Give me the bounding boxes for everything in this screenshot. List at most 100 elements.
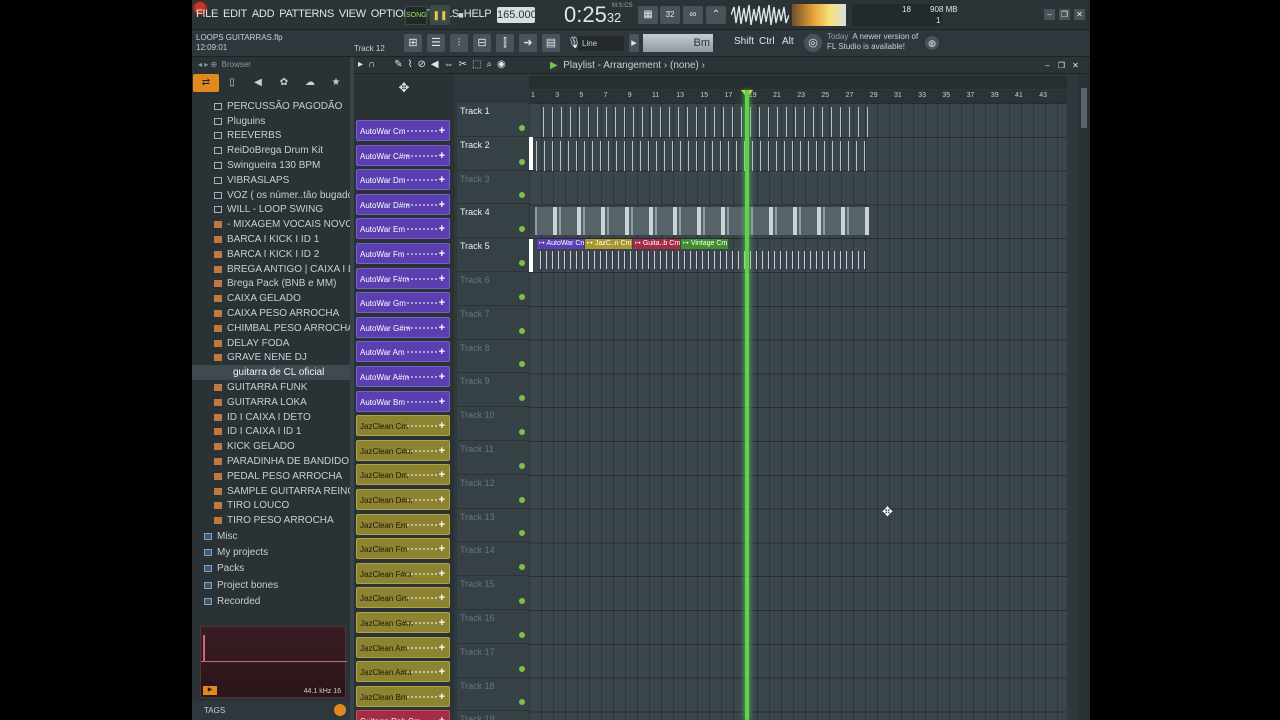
browser-item[interactable]: Recorded	[192, 593, 350, 609]
track-enable-led[interactable]	[519, 428, 525, 435]
browser-item[interactable]: REEVERBS	[192, 129, 350, 144]
browser-item[interactable]: GUITARRA FUNK	[192, 380, 350, 395]
pattern-item[interactable]: JazClean Am +	[356, 636, 450, 658]
browser-cloud-tab[interactable]: ☁	[297, 74, 323, 92]
view-arrow-button[interactable]: ➜	[519, 34, 537, 52]
browser-item[interactable]: TIRO PESO ARROCHA	[192, 513, 350, 528]
browser-item[interactable]: PARADINHA DE BANDIDO	[192, 454, 350, 469]
track-header[interactable]: Track 4	[457, 204, 529, 239]
track-enable-led[interactable]	[519, 395, 525, 402]
add-icon[interactable]: +	[439, 342, 445, 361]
browser-item[interactable]: BARCA I KICK I ID 1	[192, 232, 350, 247]
playlist-maximize-button[interactable]: ❐	[1056, 60, 1067, 71]
song-mode-button[interactable]: SONG	[405, 6, 427, 25]
browser-item[interactable]: WILL - LOOP SWING	[192, 203, 350, 218]
magnet-icon[interactable]: ∩	[368, 59, 375, 70]
browser-item[interactable]: PEDAL PESO ARROCHA	[192, 469, 350, 484]
maximize-button[interactable]: ❐	[1059, 9, 1070, 20]
vertical-scrollbar[interactable]	[1078, 74, 1090, 720]
slip-icon[interactable]: ⇔	[444, 59, 454, 70]
view-mixer-button[interactable]: ⊟	[473, 34, 491, 52]
browser-item[interactable]: ID I CAIXA I ID 1	[192, 425, 350, 440]
pattern-item[interactable]: AutoWar Am +	[356, 341, 450, 363]
track-4-clips[interactable]	[535, 207, 869, 235]
ctrl-key-button[interactable]: Ctrl	[759, 36, 775, 47]
browser-files-tab[interactable]: ▯	[219, 74, 245, 92]
pattern-item[interactable]: AutoWar Dm +	[356, 169, 450, 191]
typing-keyboard-button[interactable]: ▦	[638, 6, 658, 24]
menu-file[interactable]: FILE	[196, 8, 218, 20]
clip-label[interactable]: ↦ Vintage Cm	[681, 239, 728, 249]
arrangement-grid[interactable]: ↦ AutoWar Cm ↦ JazC..n Cm ↦ Guita..b Cm ↦ V…	[529, 103, 1067, 720]
browser-item[interactable]: Brega Pack (BNB e MM)	[192, 277, 350, 292]
track-enable-led[interactable]	[519, 226, 525, 233]
browser-item[interactable]: Packs	[192, 561, 350, 577]
track-header[interactable]: Track 15	[457, 576, 529, 610]
browser-item[interactable]: PERCUSSÃO PAGODÃO	[192, 99, 350, 114]
browser-item[interactable]: Project bones	[192, 577, 350, 593]
track-header[interactable]: Track 1	[457, 103, 529, 137]
alt-key-button[interactable]: Alt	[782, 36, 794, 47]
track-enable-led[interactable]	[519, 597, 525, 604]
add-icon[interactable]: +	[439, 219, 445, 238]
track-1-clips[interactable]	[539, 107, 869, 137]
arrangement-overview[interactable]	[529, 76, 1067, 89]
browser-item[interactable]: guitarra de CL oficial	[192, 365, 350, 381]
pattern-item[interactable]: JazClean C#m +	[356, 439, 450, 461]
menu-patterns[interactable]: PATTERNS	[279, 8, 334, 20]
track-header[interactable]: Track 19	[457, 711, 529, 720]
browser-item[interactable]: KICK GELADO	[192, 439, 350, 454]
track-enable-led[interactable]	[519, 631, 525, 638]
track-header[interactable]: Track 7	[457, 306, 529, 340]
news-button[interactable]: ◎	[804, 34, 822, 52]
news-panel[interactable]: Today A newer version of FL Studio is av…	[827, 32, 918, 52]
browser-item[interactable]: CAIXA GELADO	[192, 291, 350, 306]
browser-all-tab[interactable]: ⇄	[193, 74, 219, 92]
track-header[interactable]: Track 12	[457, 475, 529, 509]
add-icon[interactable]: +	[439, 613, 445, 632]
browser-item[interactable]: GRAVE NENE DJ	[192, 351, 350, 366]
add-icon[interactable]: +	[439, 539, 445, 558]
metronome-button[interactable]: ⌃	[706, 6, 726, 24]
track-enable-led[interactable]	[519, 293, 525, 300]
pattern-item[interactable]: AutoWar Fm +	[356, 243, 450, 264]
step-edit-button[interactable]: 3̄2	[660, 6, 680, 24]
add-icon[interactable]: +	[439, 367, 445, 386]
add-icon[interactable]: +	[439, 392, 445, 411]
add-icon[interactable]: +	[439, 564, 445, 583]
mute-icon[interactable]: ◀	[431, 59, 439, 70]
pattern-item[interactable]: JazClean Em +	[356, 513, 450, 535]
pattern-item[interactable]: AutoWar G#m +	[356, 316, 450, 338]
browser-item[interactable]: TIRO LOUCO	[192, 499, 350, 514]
browser-item[interactable]: CAIXA PESO ARROCHA	[192, 306, 350, 321]
add-icon[interactable]: +	[439, 711, 445, 720]
track-header[interactable]: Track 6	[457, 272, 529, 306]
add-icon[interactable]: +	[439, 515, 445, 534]
clip-label[interactable]: ↦ Guita..b Cm	[633, 239, 680, 249]
playhead[interactable]	[745, 90, 749, 720]
track-2-clips[interactable]	[531, 141, 869, 171]
browser-item[interactable]: Swingueira 130 BPM	[192, 158, 350, 173]
track-header[interactable]: Track 18	[457, 678, 529, 712]
shift-key-button[interactable]: Shift	[734, 36, 754, 47]
pattern-item[interactable]: AutoWar Gm +	[356, 292, 450, 314]
track-enable-led[interactable]	[519, 259, 525, 266]
track-enable-led[interactable]	[519, 665, 525, 672]
browser-item[interactable]: VOZ ( os númer..tão bugados )	[192, 188, 350, 203]
loop-record-button[interactable]: ∞	[683, 6, 703, 24]
add-icon[interactable]: +	[439, 146, 445, 165]
close-button[interactable]: ✕	[1074, 9, 1085, 20]
browser-item[interactable]: - MIXAGEM VOCAIS NOVOS	[192, 217, 350, 232]
pattern-item[interactable]: JazClean D#m +	[356, 489, 450, 510]
menu-add[interactable]: ADD	[252, 8, 275, 20]
brush-icon[interactable]: ⌇	[408, 59, 413, 70]
menu-edit[interactable]: EDIT	[223, 8, 247, 20]
add-icon[interactable]: +	[439, 170, 445, 189]
scale-arrow-button[interactable]: ▸	[629, 34, 639, 52]
pattern-item[interactable]: AutoWar Em +	[356, 218, 450, 240]
scrollbar-thumb[interactable]	[1081, 88, 1087, 128]
playlist-close-button[interactable]: ✕	[1070, 60, 1081, 71]
browser-plugin-tab[interactable]: ✿	[271, 74, 297, 92]
clip-label[interactable]: ↦ AutoWar Cm	[537, 239, 584, 249]
stop-button[interactable]: ■	[452, 5, 470, 25]
